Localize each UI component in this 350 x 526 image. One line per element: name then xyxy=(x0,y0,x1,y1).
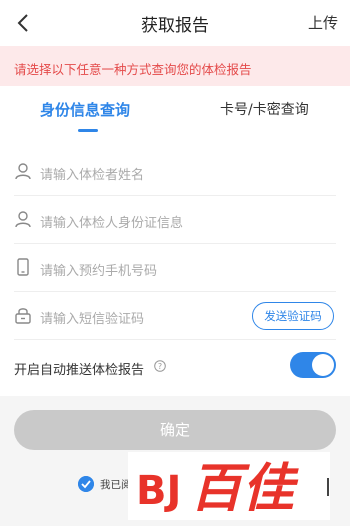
divider xyxy=(327,478,329,496)
toggle-knob xyxy=(312,354,334,376)
name-placeholder: 请输入体检者姓名 xyxy=(40,168,145,183)
user-icon xyxy=(15,211,31,228)
svg-text:?: ? xyxy=(158,362,162,371)
sms-code-field[interactable]: 请输入短信验证码 发送验证码 xyxy=(14,292,336,340)
watermark-logo: BJ 百佳 xyxy=(128,452,330,520)
id-card-field[interactable]: 请输入体检人身份证信息 xyxy=(14,196,336,244)
notice-banner: 请选择以下任意一种方式查询您的体检报告 xyxy=(0,46,350,86)
name-field[interactable]: 请输入体检者姓名 xyxy=(14,148,336,196)
check-circle-icon[interactable] xyxy=(78,476,94,492)
page-title: 获取报告 xyxy=(141,16,209,36)
auto-push-row: 开启自动推送体检报告 ? xyxy=(14,350,336,386)
confirm-button[interactable]: 确定 xyxy=(14,410,336,450)
user-icon xyxy=(15,163,31,180)
phone-placeholder: 请输入预约手机号码 xyxy=(40,264,158,279)
upload-button[interactable]: 上传 xyxy=(308,12,338,33)
baijia-logo-icon: BJ 百佳 xyxy=(136,459,299,519)
tab-card-query[interactable]: 卡号/卡密查询 xyxy=(220,99,309,119)
phone-field[interactable]: 请输入预约手机号码 xyxy=(14,244,336,292)
query-form: 身份信息查询 卡号/卡密查询 请输入体检者姓名 请输入体检人身份证信息 请输入预… xyxy=(0,86,350,396)
nav-bar: 获取报告 上传 xyxy=(0,0,350,46)
svg-text:BJ: BJ xyxy=(136,468,181,514)
query-tabs: 身份信息查询 卡号/卡密查询 xyxy=(0,86,350,136)
tab-identity-query[interactable]: 身份信息查询 xyxy=(40,99,130,120)
auto-push-label: 开启自动推送体检报告 xyxy=(14,363,145,378)
phone-icon xyxy=(17,258,29,276)
id-card-placeholder: 请输入体检人身份证信息 xyxy=(40,216,184,231)
help-icon[interactable]: ? xyxy=(154,360,166,372)
agreement-text: 我已阅 xyxy=(100,479,132,491)
sms-code-placeholder: 请输入短信验证码 xyxy=(40,312,145,327)
auto-push-toggle[interactable] xyxy=(290,352,336,378)
lock-icon xyxy=(15,308,31,324)
active-tab-indicator xyxy=(78,129,98,132)
send-code-button[interactable]: 发送验证码 xyxy=(252,302,334,330)
svg-text:百佳: 百佳 xyxy=(190,459,299,519)
